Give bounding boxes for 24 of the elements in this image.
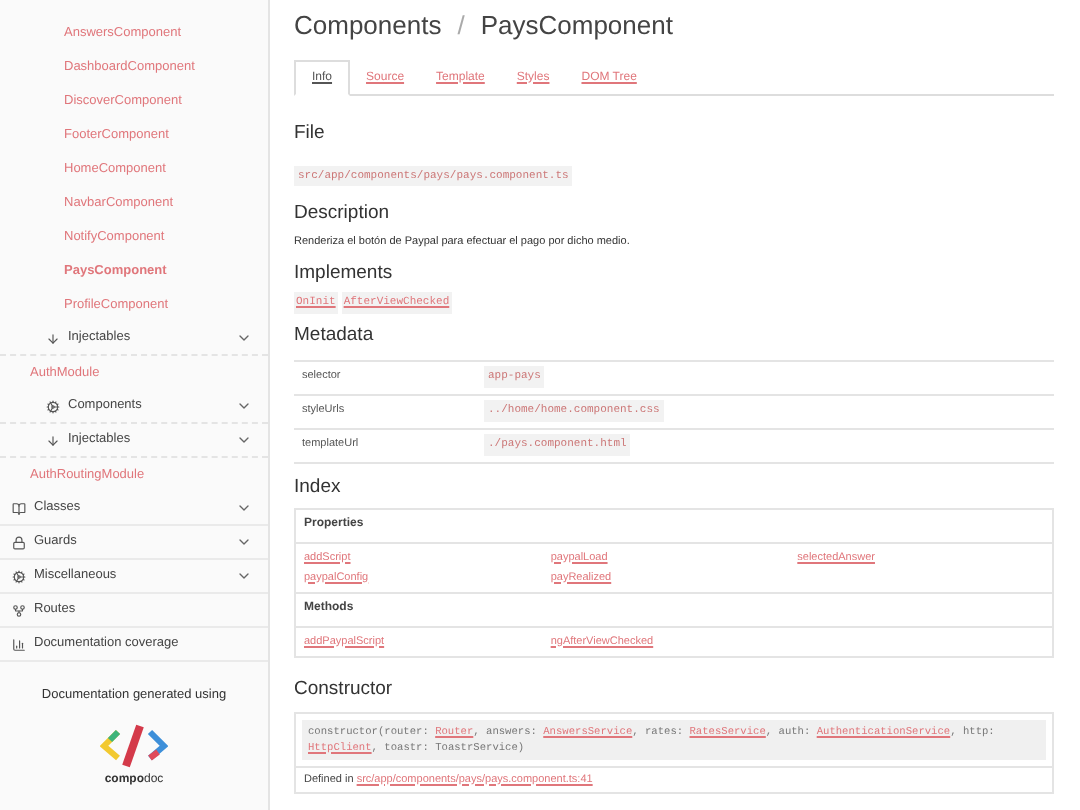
lock-icon (12, 535, 26, 549)
chevron-down-icon[interactable] (236, 568, 252, 584)
section-heading: Implements (294, 262, 395, 287)
chevron-down-icon[interactable] (236, 398, 252, 414)
breadcrumb-item: PaysComponent (480, 8, 673, 45)
arrow-down-icon (46, 433, 60, 447)
chevron-down-icon[interactable] (236, 432, 252, 448)
arrow-down-icon (46, 331, 60, 345)
chevron-down-icon[interactable] (236, 330, 252, 346)
bar-chart-icon (12, 637, 26, 651)
breadcrumb-item[interactable]: Components (294, 6, 442, 46)
gear-icon (12, 569, 26, 583)
book-icon (12, 501, 26, 515)
chevron-down-icon[interactable] (236, 534, 252, 550)
chevron-down-icon[interactable] (236, 500, 252, 516)
section-heading: Constructor (294, 677, 395, 701)
breadcrumb-separator: / (457, 8, 465, 45)
section-heading: Description (294, 202, 392, 226)
fork-icon (12, 603, 26, 617)
section-heading: Index (294, 475, 343, 499)
section-heading: Metadata (294, 323, 376, 347)
code-brackets-logo-icon (100, 721, 168, 770)
section-heading: File (294, 122, 327, 146)
gear-icon (46, 399, 60, 413)
